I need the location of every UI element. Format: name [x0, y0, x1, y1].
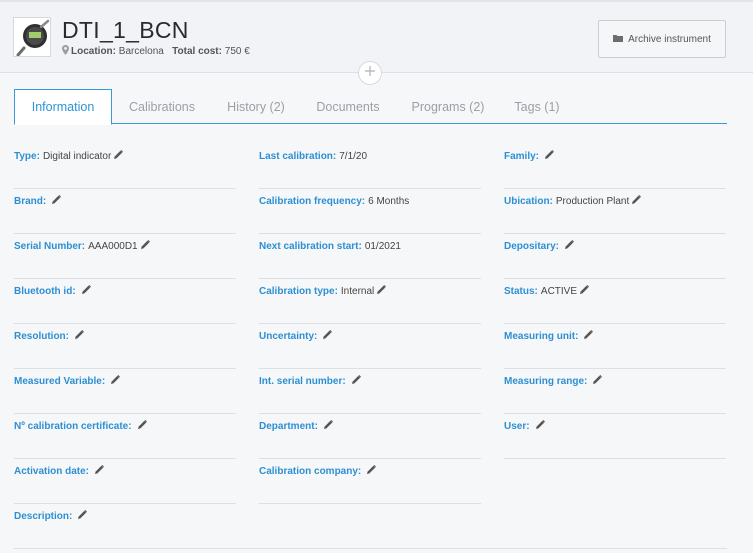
tab-documents[interactable]: Documents	[304, 89, 392, 124]
field-uncertainty: Uncertainty:	[259, 324, 481, 369]
field-label: Int. serial number:	[259, 375, 346, 387]
location-label: Location:	[71, 46, 116, 57]
plus-icon	[364, 64, 376, 82]
pencil-icon[interactable]	[75, 329, 85, 342]
total-cost-value: 750 €	[224, 46, 250, 57]
field-label: Resolution:	[14, 330, 69, 342]
pencil-icon[interactable]	[95, 464, 105, 477]
pencil-icon[interactable]	[81, 284, 91, 297]
field-label: Measured Variable:	[14, 375, 106, 387]
field-ubication: Ubication: Production Plant	[504, 189, 726, 234]
field-measuring-range: Measuring range:	[504, 369, 726, 414]
add-button[interactable]	[358, 61, 382, 85]
field-label: Uncertainty:	[259, 330, 318, 342]
map-pin-icon	[62, 45, 69, 58]
field-value: 6 Months	[368, 195, 410, 207]
field-label: Last calibration:	[259, 150, 337, 162]
field-value: Internal	[340, 285, 375, 297]
field-label: Measuring unit:	[504, 330, 579, 342]
field-last-calibration: Last calibration: 7/1/20	[259, 144, 481, 189]
field-description: Description:	[14, 504, 727, 549]
field-measured-variable: Measured Variable:	[14, 369, 236, 414]
field-status: Status: ACTIVE	[504, 279, 726, 324]
pencil-icon[interactable]	[137, 419, 147, 432]
field-calibration-frequency: Calibration frequency: 6 Months	[259, 189, 481, 234]
field-label: Nº calibration certificate:	[14, 420, 132, 432]
field-label: Calibration company:	[259, 465, 362, 477]
field-label: Depositary:	[504, 240, 560, 252]
field-value: Production Plant	[555, 195, 630, 207]
pencil-icon[interactable]	[323, 329, 333, 342]
pencil-icon[interactable]	[535, 419, 545, 432]
field-label: Serial Number:	[14, 240, 86, 252]
field-label: Measuring range:	[504, 375, 588, 387]
pencil-icon[interactable]	[632, 194, 642, 207]
folder-icon	[613, 34, 624, 45]
pencil-icon[interactable]	[584, 329, 594, 342]
field-calibration-company: Calibration company:	[259, 459, 481, 504]
tab-information[interactable]: Information	[14, 89, 112, 125]
pencil-icon[interactable]	[377, 284, 387, 297]
field-calibration-certificate: Nº calibration certificate:	[14, 414, 236, 459]
field-label: Type:	[14, 150, 40, 162]
location-value: Barcelona	[118, 46, 164, 57]
pencil-icon[interactable]	[580, 284, 590, 297]
field-value: AAA000D1	[88, 240, 138, 252]
field-bluetooth-id: Bluetooth id:	[14, 279, 236, 324]
pencil-icon[interactable]	[140, 239, 150, 252]
field-label: Calibration frequency:	[259, 195, 366, 207]
field-department: Department:	[259, 414, 481, 459]
field-int-serial-number: Int. serial number:	[259, 369, 481, 414]
field-user: User:	[504, 414, 726, 459]
field-value: ACTIVE	[540, 285, 578, 297]
pencil-icon[interactable]	[545, 149, 555, 162]
total-cost-label: Total cost:	[172, 46, 222, 57]
field-activation-date: Activation date:	[14, 459, 236, 504]
field-type: Type: Digital indicator	[14, 144, 236, 189]
tab-calibrations[interactable]: Calibrations	[118, 89, 206, 124]
field-label: Brand:	[14, 195, 47, 207]
field-brand: Brand:	[14, 189, 236, 234]
instrument-thumbnail	[13, 17, 51, 57]
field-family: Family:	[504, 144, 726, 189]
instrument-meta: Location: Barcelona Total cost: 750 €	[62, 45, 250, 58]
pencil-icon[interactable]	[323, 419, 333, 432]
field-label: Activation date:	[14, 465, 90, 477]
pencil-icon[interactable]	[367, 464, 377, 477]
field-label: Department:	[259, 420, 318, 432]
tab-programs[interactable]: Programs (2)	[402, 89, 494, 124]
field-measuring-unit: Measuring unit:	[504, 324, 726, 369]
field-value: 01/2021	[364, 240, 401, 252]
pencil-icon[interactable]	[114, 149, 124, 162]
field-label: User:	[504, 420, 530, 432]
pencil-icon[interactable]	[565, 239, 575, 252]
tab-tags[interactable]: Tags (1)	[504, 89, 570, 124]
field-label: Ubication:	[504, 195, 553, 207]
field-label: Description:	[14, 510, 73, 522]
pencil-icon[interactable]	[593, 374, 603, 387]
field-depositary: Depositary:	[504, 234, 726, 279]
pencil-icon[interactable]	[52, 194, 62, 207]
archive-button-label: Archive instrument	[628, 33, 711, 45]
pencil-icon[interactable]	[111, 374, 121, 387]
instrument-title: DTI_1_BCN	[62, 17, 189, 43]
field-label: Family:	[504, 150, 540, 162]
instrument-tabs: Information Calibrations History (2) Doc…	[14, 89, 727, 125]
field-value: 7/1/20	[339, 150, 368, 162]
tab-history[interactable]: History (2)	[214, 89, 298, 124]
field-next-calibration-start: Next calibration start: 01/2021	[259, 234, 481, 279]
pencil-icon[interactable]	[351, 374, 361, 387]
pencil-icon[interactable]	[78, 509, 88, 522]
field-calibration-type: Calibration type: Internal	[259, 279, 481, 324]
field-serial-number: Serial Number: AAA000D1	[14, 234, 236, 279]
field-label: Status:	[504, 285, 538, 297]
field-value: Digital indicator	[42, 150, 112, 162]
field-label: Next calibration start:	[259, 240, 362, 252]
archive-instrument-button[interactable]: Archive instrument	[598, 20, 726, 58]
field-label: Calibration type:	[259, 285, 338, 297]
field-label: Bluetooth id:	[14, 285, 76, 297]
field-resolution: Resolution:	[14, 324, 236, 369]
